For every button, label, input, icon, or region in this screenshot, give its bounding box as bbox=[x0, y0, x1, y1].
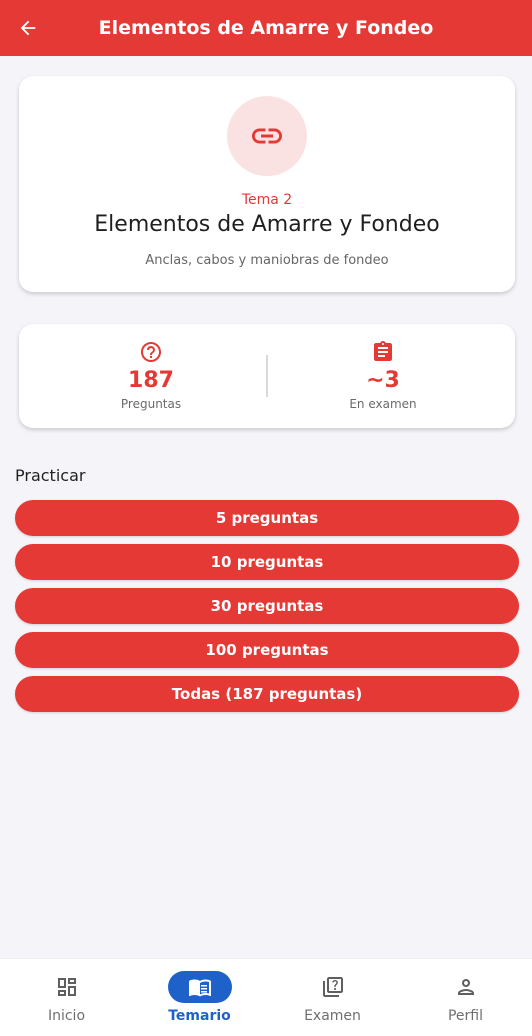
book-icon bbox=[188, 979, 211, 997]
nav-item-temario[interactable]: Temario bbox=[133, 959, 266, 1036]
practice-5-button[interactable]: 5 preguntas bbox=[15, 500, 519, 536]
arrow-back-icon bbox=[20, 20, 36, 36]
back-button[interactable] bbox=[8, 8, 48, 48]
nav-icon-wrap bbox=[301, 971, 365, 1003]
app-bar: Elementos de Amarre y Fondeo bbox=[0, 0, 532, 56]
stat-questions-label: Preguntas bbox=[120, 397, 182, 411]
stat-questions: 187 Preguntas bbox=[19, 324, 283, 428]
nav-item-inicio[interactable]: Inicio bbox=[0, 959, 133, 1036]
topic-number: Tema 2 bbox=[241, 192, 293, 208]
nav-label-examen: Examen bbox=[304, 1008, 361, 1024]
topic-subtitle: Anclas, cabos y maniobras de fondeo bbox=[145, 253, 389, 268]
stat-exam: ~3 En examen bbox=[267, 324, 499, 428]
nav-icon-wrap bbox=[35, 971, 99, 1003]
stat-exam-value: ~3 bbox=[366, 368, 400, 393]
nav-label-temario: Temario bbox=[168, 1008, 231, 1024]
link-icon bbox=[252, 128, 282, 144]
topic-icon-circle bbox=[227, 96, 307, 176]
stats-card: 187 Preguntas ~3 En examen bbox=[19, 324, 515, 428]
nav-icon-wrap bbox=[167, 971, 232, 1003]
person-icon bbox=[457, 979, 474, 995]
stat-exam-label: En examen bbox=[349, 397, 417, 411]
topic-card: Tema 2 Elementos de Amarre y Fondeo Ancl… bbox=[19, 76, 515, 292]
dashboard-icon bbox=[57, 978, 76, 996]
nav-label-inicio: Inicio bbox=[47, 1008, 86, 1024]
nav-icon-wrap bbox=[434, 971, 498, 1003]
quiz-icon bbox=[322, 977, 343, 997]
nav-item-perfil[interactable]: Perfil bbox=[399, 959, 532, 1036]
practice-section-title: Practicar bbox=[15, 466, 86, 485]
bottom-nav: Inicio Temario Examen Perfil bbox=[0, 958, 532, 1036]
practice-all-button[interactable]: Todas (187 preguntas) bbox=[15, 676, 519, 712]
page-title: Elementos de Amarre y Fondeo bbox=[98, 17, 434, 39]
practice-100-button[interactable]: 100 preguntas bbox=[15, 632, 519, 668]
stat-questions-value: 187 bbox=[128, 368, 174, 393]
practice-10-button[interactable]: 10 preguntas bbox=[15, 544, 519, 580]
clipboard-icon bbox=[374, 341, 392, 361]
topic-title: Elementos de Amarre y Fondeo bbox=[94, 212, 440, 237]
nav-label-perfil: Perfil bbox=[447, 1008, 484, 1024]
help-circle-icon bbox=[141, 342, 161, 362]
nav-item-examen[interactable]: Examen bbox=[266, 959, 399, 1036]
practice-30-button[interactable]: 30 preguntas bbox=[15, 588, 519, 624]
